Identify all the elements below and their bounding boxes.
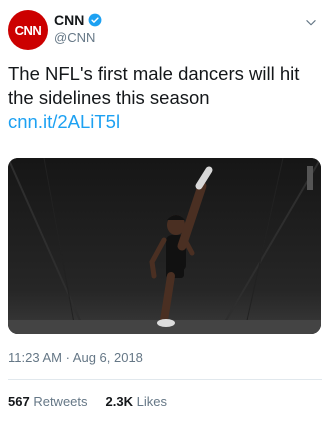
avatar-logo-text: CNN — [14, 22, 42, 38]
likes-stat[interactable]: 2.3K Likes — [106, 394, 167, 409]
retweets-stat[interactable]: 567 Retweets — [8, 394, 88, 409]
likes-label: Likes — [136, 394, 167, 409]
display-name[interactable]: CNN — [54, 12, 84, 28]
tweet-header: CNN CNN @CNN — [8, 8, 322, 52]
tweet-timestamp[interactable]: 11:23 AM · Aug 6, 2018 — [8, 350, 143, 365]
tweet-link[interactable]: cnn.it/2ALiT5l — [8, 110, 320, 134]
handle[interactable]: @CNN — [54, 30, 102, 45]
media-image — [8, 158, 321, 334]
chevron-down-icon[interactable] — [304, 16, 318, 30]
divider — [8, 379, 322, 380]
tweet-media[interactable] — [8, 158, 321, 334]
retweets-count: 567 — [8, 394, 30, 409]
tweet-body: The NFL's first male dancers will hit th… — [8, 62, 320, 134]
avatar[interactable]: CNN — [8, 10, 48, 50]
tweet-text: The NFL's first male dancers will hit th… — [8, 63, 300, 108]
author-names: CNN @CNN — [54, 12, 102, 45]
verified-badge-icon — [88, 13, 102, 27]
retweets-label: Retweets — [33, 394, 88, 409]
tweet-stats: 567 Retweets 2.3K Likes — [8, 394, 167, 409]
likes-count: 2.3K — [105, 394, 133, 409]
display-name-row[interactable]: CNN — [54, 12, 102, 28]
